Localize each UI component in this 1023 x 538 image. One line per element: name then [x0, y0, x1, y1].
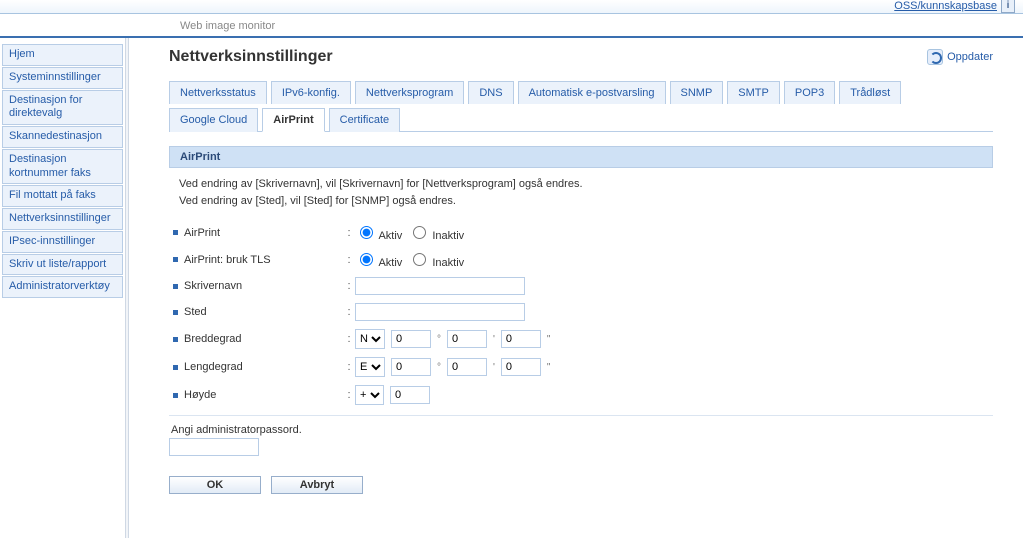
- degree-mark: °: [437, 334, 441, 345]
- colon: :: [343, 227, 355, 239]
- tls-inactive-radio[interactable]: [413, 253, 426, 266]
- latitude-min-input[interactable]: [447, 330, 487, 348]
- longitude-sec-input[interactable]: [501, 358, 541, 376]
- tab-airprint[interactable]: AirPrint: [262, 108, 324, 132]
- sidebar-item-direct-dest[interactable]: Destinasjon for direktevalg: [2, 90, 123, 126]
- refresh-label: Oppdater: [947, 51, 993, 63]
- tab-nettverksprogram[interactable]: Nettverksprogram: [355, 81, 464, 104]
- tls-active-option[interactable]: Aktiv: [355, 250, 402, 269]
- airprint-active-option[interactable]: Aktiv: [355, 223, 402, 242]
- bullet-icon: [173, 310, 178, 315]
- tabs: NettverksstatusIPv6-konfig.Nettverksprog…: [169, 80, 993, 132]
- tab-tr-dl-st[interactable]: Trådløst: [839, 81, 901, 104]
- airprint-active-radio[interactable]: [360, 226, 373, 239]
- hint-2: Ved endring av [Sted], vil [Sted] for [S…: [179, 193, 983, 210]
- altitude-label: Høyde: [184, 389, 216, 401]
- tls-label: AirPrint: bruk TLS: [184, 254, 271, 266]
- altitude-input[interactable]: [390, 386, 430, 404]
- bullet-icon: [173, 337, 178, 342]
- sidebar-item-print-report[interactable]: Skriv ut liste/rapport: [2, 254, 123, 276]
- tls-inactive-option[interactable]: Inaktiv: [408, 250, 464, 269]
- bullet-icon: [173, 365, 178, 370]
- sidebar-item-ipsec[interactable]: IPsec-innstillinger: [2, 231, 123, 253]
- longitude-deg-input[interactable]: [391, 358, 431, 376]
- tls-active-radio[interactable]: [360, 253, 373, 266]
- cancel-button[interactable]: Avbryt: [271, 476, 363, 494]
- location-input[interactable]: [355, 303, 525, 321]
- bullet-icon: [173, 393, 178, 398]
- sidebar-item-system[interactable]: Systeminnstillinger: [2, 67, 123, 89]
- sidebar-item-fax-rx[interactable]: Fil mottatt på faks: [2, 185, 123, 207]
- printer-name-label: Skrivernavn: [184, 280, 242, 292]
- sidebar: Hjem Systeminnstillinger Destinasjon for…: [0, 38, 125, 538]
- airprint-inactive-radio[interactable]: [413, 226, 426, 239]
- sidebar-item-network[interactable]: Nettverksinnstillinger: [2, 208, 123, 230]
- section-title: AirPrint: [169, 146, 993, 168]
- tab-google-cloud[interactable]: Google Cloud: [169, 108, 258, 132]
- latitude-sec-input[interactable]: [501, 330, 541, 348]
- sidebar-item-home[interactable]: Hjem: [2, 44, 123, 66]
- latitude-label: Breddegrad: [184, 333, 242, 345]
- minute-mark: ': [493, 334, 495, 345]
- longitude-min-input[interactable]: [447, 358, 487, 376]
- bullet-icon: [173, 257, 178, 262]
- refresh-icon: [927, 49, 943, 65]
- divider: [169, 415, 993, 416]
- page-title: Nettverksinnstillinger: [169, 48, 333, 66]
- tab-automatisk-e-postvarsling[interactable]: Automatisk e-postvarsling: [518, 81, 666, 104]
- bullet-icon: [173, 230, 178, 235]
- longitude-label: Lengdegrad: [184, 361, 243, 373]
- tab-dns[interactable]: DNS: [468, 81, 513, 104]
- bullet-icon: [173, 284, 178, 289]
- sidebar-item-speed-fax[interactable]: Destinasjon kortnummer faks: [2, 149, 123, 185]
- tab-nettverksstatus[interactable]: Nettverksstatus: [169, 81, 267, 104]
- refresh-button[interactable]: Oppdater: [927, 49, 993, 65]
- airprint-label: AirPrint: [184, 227, 220, 239]
- latitude-dir-select[interactable]: N: [355, 329, 385, 349]
- tab-smtp[interactable]: SMTP: [727, 81, 780, 104]
- latitude-deg-input[interactable]: [391, 330, 431, 348]
- tab-snmp[interactable]: SNMP: [670, 81, 724, 104]
- admin-password-input[interactable]: [169, 438, 259, 456]
- printer-name-input[interactable]: [355, 277, 525, 295]
- brand-label: Web image monitor: [180, 20, 275, 36]
- sidebar-item-admin-tools[interactable]: Administratorverktøy: [2, 276, 123, 298]
- hint-1: Ved endring av [Skrivernavn], vil [Skriv…: [179, 176, 983, 193]
- second-mark: ": [547, 334, 551, 345]
- tab-certificate[interactable]: Certificate: [329, 108, 401, 132]
- location-label: Sted: [184, 306, 207, 318]
- airprint-inactive-option[interactable]: Inaktiv: [408, 223, 464, 242]
- longitude-dir-select[interactable]: E: [355, 357, 385, 377]
- info-icon[interactable]: i: [1001, 0, 1015, 13]
- tab-ipv6-konfig-[interactable]: IPv6-konfig.: [271, 81, 351, 104]
- kb-link[interactable]: OSS/kunnskapsbase: [894, 0, 997, 12]
- sidebar-item-scan-dest[interactable]: Skannedestinasjon: [2, 126, 123, 148]
- ok-button[interactable]: OK: [169, 476, 261, 494]
- altitude-sign-select[interactable]: +: [355, 385, 384, 405]
- admin-note: Angi administratorpassord.: [169, 422, 993, 438]
- tab-pop3[interactable]: POP3: [784, 81, 835, 104]
